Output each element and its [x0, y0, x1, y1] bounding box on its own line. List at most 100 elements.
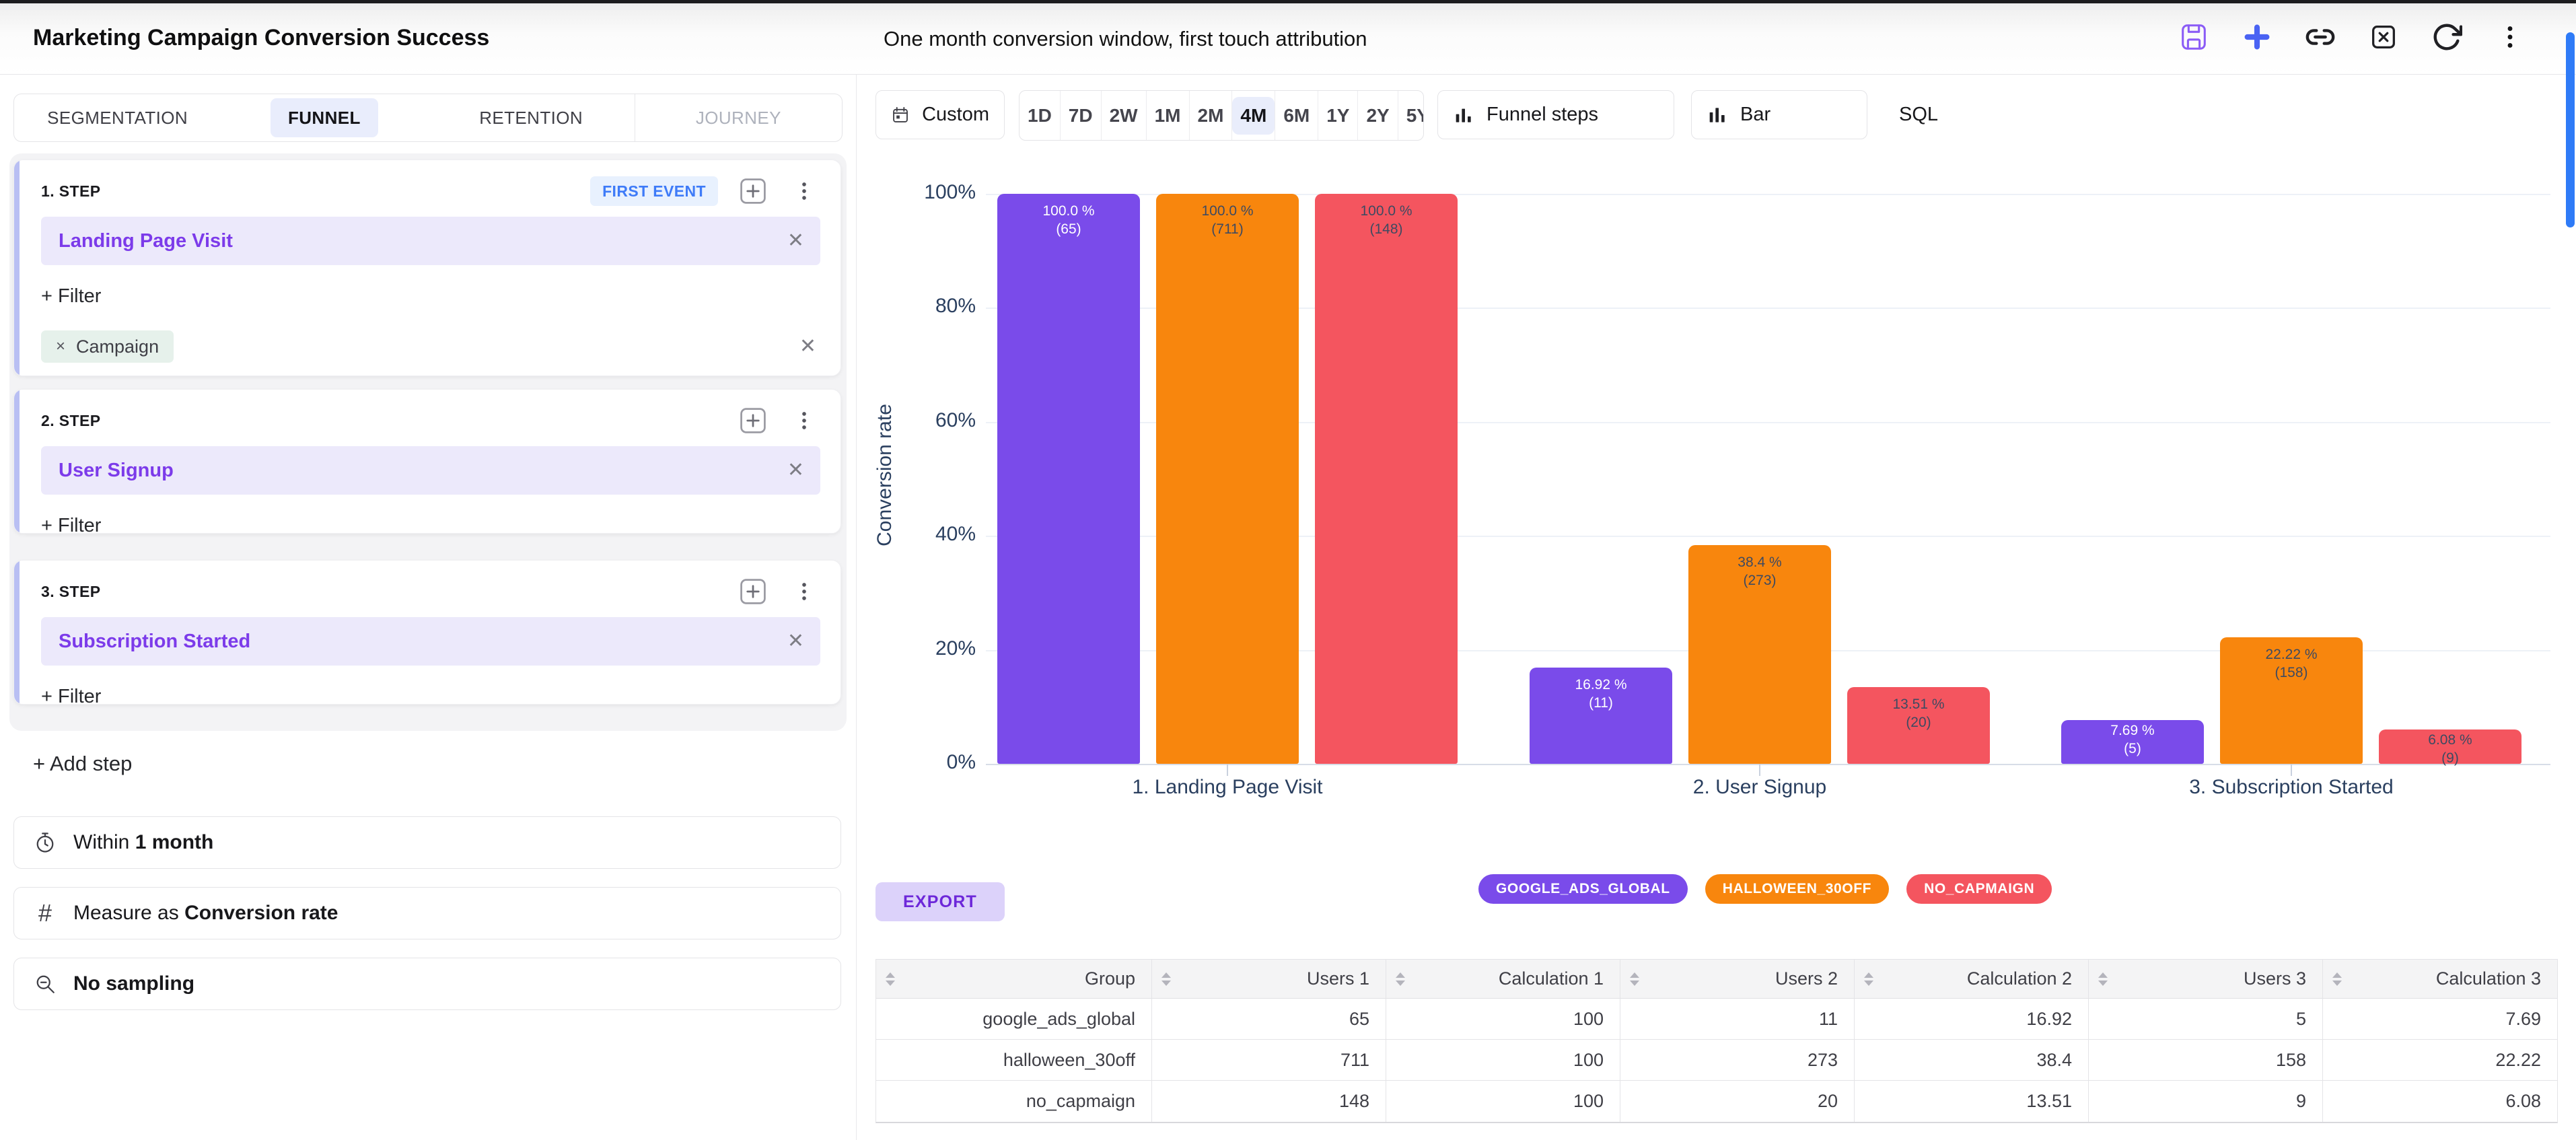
- tab-funnel[interactable]: FUNNEL: [221, 94, 427, 141]
- vertical-scrollbar[interactable]: [2566, 32, 2575, 227]
- value-cell: 100: [1386, 999, 1620, 1040]
- column-header-label: Calculation 3: [2436, 968, 2541, 989]
- preset-1d[interactable]: 1D: [1019, 91, 1060, 140]
- column-header-label: Calculation 1: [1499, 968, 1604, 989]
- sort-icon: [1161, 972, 1171, 986]
- value-cell: 6.08: [2323, 1081, 2557, 1122]
- column-header[interactable]: Calculation 3: [2323, 960, 2557, 999]
- save-icon[interactable]: [2178, 21, 2210, 53]
- preset-5y[interactable]: 5Y: [1398, 91, 1424, 140]
- column-header-label: Users 1: [1307, 968, 1369, 989]
- step-card-1: 1. STEP FIRST EVENT Landing Page Visit ✕ + F…: [13, 159, 841, 376]
- column-header[interactable]: Users 3: [2089, 960, 2323, 999]
- step-menu-icon[interactable]: [788, 404, 820, 437]
- preset-label: 1M: [1147, 97, 1189, 135]
- refresh-icon[interactable]: [2431, 21, 2463, 53]
- remove-event-icon[interactable]: ✕: [787, 231, 804, 251]
- preset-label: 7D: [1061, 97, 1101, 135]
- y-tick-label: 60%: [888, 409, 976, 432]
- preset-1m[interactable]: 1M: [1146, 91, 1189, 140]
- calendar-icon: [891, 104, 910, 127]
- kebab-menu-icon[interactable]: [2494, 21, 2526, 53]
- y-tick-label: 0%: [888, 751, 976, 774]
- preset-label: 2Y: [1358, 97, 1397, 135]
- x-axis-tick: [2291, 764, 2292, 776]
- page-subtitle: One month conversion window, first touch…: [884, 27, 1367, 51]
- add-filter-link[interactable]: + Filter: [41, 515, 101, 534]
- legend-pill[interactable]: NO_CAPMAIGN: [1906, 874, 2052, 904]
- option-sampling[interactable]: No sampling: [13, 958, 841, 1010]
- link-icon[interactable]: [2304, 21, 2336, 53]
- step-header-actions: FIRST EVENT: [590, 175, 820, 207]
- option-conversion-window[interactable]: Within 1 month: [13, 816, 841, 869]
- add-filter-link[interactable]: + Filter: [41, 686, 101, 705]
- option-text: Measure as Conversion rate: [73, 902, 338, 925]
- column-header[interactable]: Users 2: [1620, 960, 1855, 999]
- event-name: Landing Page Visit: [59, 230, 233, 252]
- x-axis-tick: [1227, 764, 1228, 776]
- sort-icon: [886, 972, 895, 986]
- preset-1y[interactable]: 1Y: [1318, 91, 1357, 140]
- add-filter-link[interactable]: + Filter: [41, 285, 101, 308]
- legend-pill[interactable]: GOOGLE_ADS_GLOBAL: [1478, 874, 1688, 904]
- report-main: Custom 1D7D2W1M2M4M6M1Y2Y5Y Funnel steps…: [857, 75, 2576, 1140]
- value-cell: 13.51: [1855, 1081, 2089, 1122]
- export-button[interactable]: EXPORT: [875, 882, 1005, 921]
- preset-6m[interactable]: 6M: [1275, 91, 1318, 140]
- option-text: Within 1 month: [73, 831, 213, 854]
- custom-date-button[interactable]: Custom: [875, 90, 1005, 139]
- window-top-edge: [0, 0, 2576, 3]
- tab-label: SEGMENTATION: [30, 98, 205, 137]
- step-label: 2. STEP: [41, 412, 100, 430]
- add-event-icon[interactable]: [737, 575, 769, 608]
- tab-label: JOURNEY: [678, 98, 799, 137]
- column-header[interactable]: Group: [876, 960, 1152, 999]
- header-actions: [2178, 0, 2526, 74]
- preset-label: 6M: [1275, 97, 1318, 135]
- column-header-label: Users 2: [1775, 968, 1838, 989]
- remove-breakdown-row-icon[interactable]: ✕: [799, 336, 816, 357]
- step-menu-icon[interactable]: [788, 175, 820, 207]
- remove-breakdown-icon[interactable]: ×: [56, 337, 65, 356]
- add-icon[interactable]: [2241, 21, 2273, 53]
- event-row[interactable]: User Signup✕: [41, 446, 820, 495]
- add-step-button[interactable]: + Add step: [33, 752, 132, 776]
- preset-4m[interactable]: 4M: [1231, 91, 1275, 140]
- bar-chart-icon: [1707, 104, 1728, 126]
- bar-value-label: 16.92 %(11): [1530, 676, 1672, 712]
- clear-box-icon[interactable]: [2367, 21, 2400, 53]
- preset-2m[interactable]: 2M: [1189, 91, 1232, 140]
- chart-type-select[interactable]: Bar: [1691, 90, 1867, 139]
- sort-icon: [1630, 972, 1639, 986]
- column-header[interactable]: Calculation 1: [1386, 960, 1620, 999]
- event-row[interactable]: Subscription Started✕: [41, 617, 820, 666]
- preset-label: 5Y: [1398, 97, 1424, 135]
- x-axis-label: 3. Subscription Started: [2076, 776, 2507, 799]
- step-label: 1. STEP: [41, 182, 100, 201]
- add-event-icon[interactable]: [737, 175, 769, 207]
- chart-legend: GOOGLE_ADS_GLOBAL HALLOWEEN_30OFF NO_CAPMA…: [1478, 874, 2052, 904]
- remove-event-icon[interactable]: ✕: [787, 631, 804, 651]
- option-measure-as[interactable]: #Measure as Conversion rate: [13, 887, 841, 939]
- breakdown-chip[interactable]: ×Campaign: [41, 330, 174, 363]
- event-row[interactable]: Landing Page Visit ✕: [41, 217, 820, 265]
- series-select[interactable]: Funnel steps: [1437, 90, 1674, 139]
- value-cell: 158: [2089, 1040, 2323, 1081]
- value-cell: 100: [1386, 1081, 1620, 1122]
- column-header[interactable]: Users 1: [1152, 960, 1386, 999]
- step-menu-icon[interactable]: [788, 575, 820, 608]
- legend-pill[interactable]: HALLOWEEN_30OFF: [1705, 874, 1889, 904]
- sql-button[interactable]: SQL: [1899, 90, 1938, 139]
- value-cell: 148: [1152, 1081, 1386, 1122]
- step-header-actions: [737, 404, 820, 437]
- remove-event-icon[interactable]: ✕: [787, 460, 804, 480]
- tab-journey[interactable]: JOURNEY: [635, 94, 842, 141]
- add-event-icon[interactable]: [737, 404, 769, 437]
- column-header[interactable]: Calculation 2: [1855, 960, 2089, 999]
- preset-2y[interactable]: 2Y: [1357, 91, 1397, 140]
- preset-7d[interactable]: 7D: [1060, 91, 1101, 140]
- tab-retention[interactable]: RETENTION: [428, 94, 635, 141]
- value-cell: 38.4: [1855, 1040, 2089, 1081]
- tab-segmentation[interactable]: SEGMENTATION: [14, 94, 221, 141]
- preset-2w[interactable]: 2W: [1101, 91, 1146, 140]
